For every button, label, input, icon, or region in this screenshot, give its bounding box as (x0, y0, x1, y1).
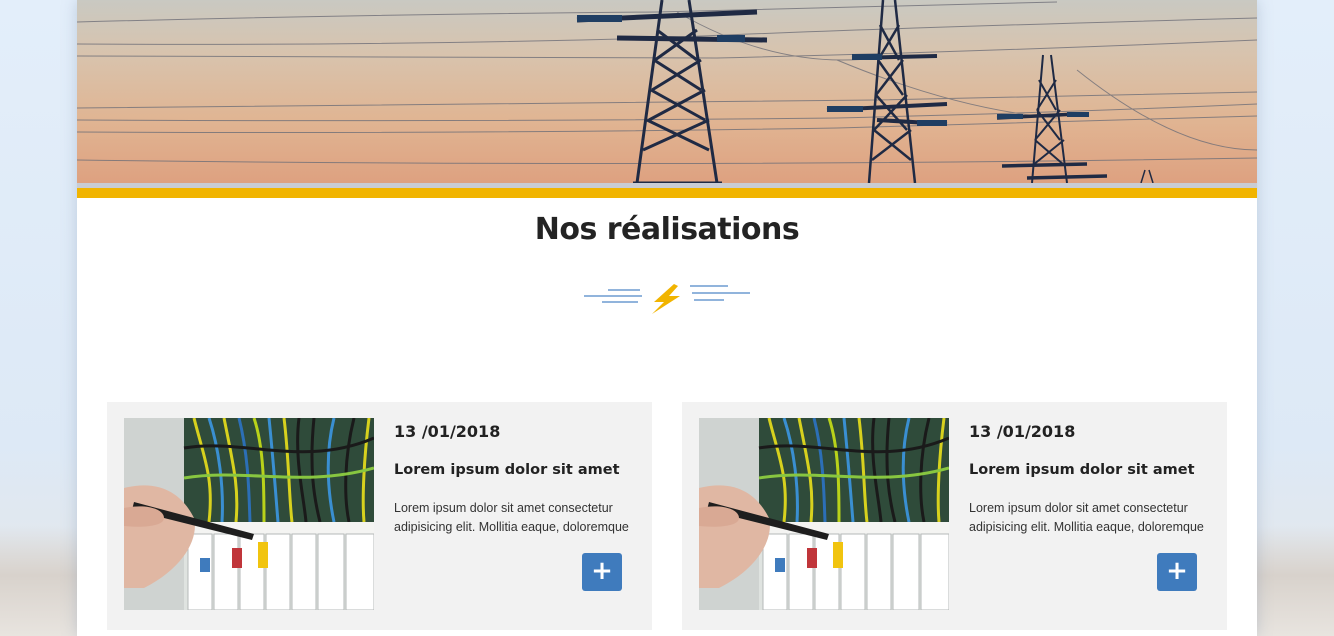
electrical-panel-photo (699, 418, 949, 610)
read-more-button[interactable]: + (1157, 553, 1197, 591)
plus-icon: + (591, 556, 613, 586)
card-excerpt: Lorem ipsum dolor sit amet consectetur a… (969, 501, 1204, 534)
lightning-bolt-icon (652, 284, 680, 314)
section-title: Nos réalisations (534, 212, 800, 247)
electrical-panel-photo (124, 418, 374, 610)
page-container: Nos réalisations 13 /01/2018 Lorem ipsum… (77, 0, 1257, 636)
power-pylons-image (77, 0, 1257, 183)
card-excerpt: Lorem ipsum dolor sit amet consectetur a… (394, 501, 629, 534)
project-card: 13 /01/2018 Lorem ipsum dolor sit amet L… (682, 402, 1227, 630)
read-more-button[interactable]: + (582, 553, 622, 591)
project-card: 13 /01/2018 Lorem ipsum dolor sit amet L… (107, 402, 652, 630)
hero-banner (77, 0, 1257, 183)
title-divider (584, 284, 750, 314)
accent-stripe (77, 188, 1257, 198)
card-date: 13 /01/2018 (394, 422, 501, 441)
card-date: 13 /01/2018 (969, 422, 1076, 441)
plus-icon: + (1166, 556, 1188, 586)
card-title[interactable]: Lorem ipsum dolor sit amet (394, 462, 620, 478)
card-title[interactable]: Lorem ipsum dolor sit amet (969, 462, 1195, 478)
